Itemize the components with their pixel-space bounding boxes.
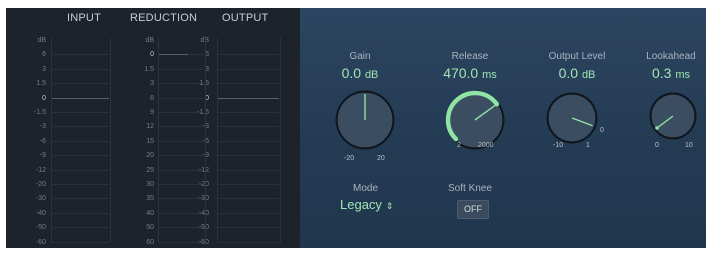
reduction-meter [158, 38, 206, 242]
input-scale-tick: -6 [39, 137, 46, 145]
input-scale-tick: -50 [35, 224, 46, 232]
output-level-value[interactable]: 0.0 dB [537, 65, 617, 81]
reduction-scale-tick: 3 [150, 80, 154, 88]
lookahead-label: Lookahead [646, 51, 696, 62]
input-scale-tick: -12 [35, 166, 46, 174]
reduction-scale-tick: 60 [146, 238, 154, 246]
reduction-scale-tick: 35 [146, 195, 154, 203]
release-max: 2000 [478, 142, 494, 149]
output-level-max: 1 [586, 142, 590, 149]
release-knob[interactable] [443, 88, 507, 152]
mode-label: Mode [353, 183, 379, 194]
reduction-scale-tick: 50 [146, 224, 154, 232]
output-meter [217, 38, 281, 242]
reduction-scale-tick: 1.5 [144, 65, 154, 73]
input-scale-tick: -60 [35, 238, 46, 246]
up-down-chevron-icon: ⇕ [385, 201, 394, 211]
lookahead-max: 10 [685, 142, 693, 149]
reduction-scale-tick: 0 [150, 51, 154, 59]
knob-pointer-dot [655, 126, 659, 130]
output-level-label: Output Level [548, 51, 606, 62]
gain-max: 20 [377, 155, 385, 162]
reduction-meter-header: REDUCTION [130, 12, 198, 24]
reduction-scale-tick: dB [145, 37, 154, 44]
input-scale-tick: -40 [35, 209, 46, 217]
input-scale-tick: 6 [42, 51, 46, 59]
input-meter [51, 38, 111, 242]
output-level-min: -10 [553, 142, 564, 149]
input-scale-tick: dB [37, 37, 46, 44]
output-meter-header: OUTPUT [222, 12, 269, 24]
reduction-scale-tick: 25 [146, 166, 154, 174]
reduction-scale-tick: 20 [146, 152, 154, 160]
reduction-scale-tick: 30 [146, 181, 154, 188]
gain-value[interactable]: 0.0 dB [325, 65, 395, 81]
release-min: 2 [457, 142, 461, 149]
gain-min: -20 [344, 155, 355, 162]
soft-knee-toggle[interactable]: OFF [457, 200, 489, 219]
input-scale-tick: -20 [35, 181, 46, 188]
meter-panel: INPUT REDUCTION OUTPUT dB 6 3 1.5 0 -1.5 -3 -6 -… [6, 8, 300, 248]
reduction-scale-tick: 40 [146, 209, 154, 217]
lookahead-value[interactable]: 0.3 ms [636, 65, 706, 81]
input-scale-tick: -30 [35, 195, 46, 203]
reduction-scale-tick: 15 [146, 137, 154, 145]
soft-knee-label: Soft Knee [448, 183, 492, 194]
input-scale-tick: -9 [39, 152, 46, 160]
gain-label: Gain [349, 51, 371, 62]
release-label: Release [451, 51, 489, 62]
compressor-plugin-window: INPUT REDUCTION OUTPUT dB 6 3 1.5 0 -1.5 -3 -6 -… [6, 8, 706, 248]
reduction-scale-tick: 12 [146, 123, 154, 131]
input-meter-header: INPUT [67, 12, 101, 24]
input-scale-tick: 0 [42, 94, 46, 102]
input-scale-tick: -3 [39, 123, 46, 131]
output-level-knob[interactable] [544, 90, 600, 146]
input-scale-tick: 3 [42, 65, 46, 73]
output-level-zero-tick: 0 [600, 127, 604, 134]
lookahead-knob[interactable] [647, 90, 699, 142]
reduction-scale-tick: 6 [150, 94, 154, 102]
mode-dropdown[interactable]: Legacy ⇕ [340, 197, 393, 212]
reduction-scale-tick: 9 [150, 109, 154, 116]
lookahead-min: 0 [655, 142, 659, 149]
controls-panel: Gain 0.0 dB -20 20 Release 470.0 ms 2 20… [300, 8, 706, 248]
gain-knob[interactable] [333, 88, 397, 152]
input-scale-tick: 1.5 [36, 80, 46, 88]
release-value[interactable]: 470.0 ms [430, 65, 510, 81]
input-scale-tick: -1.5 [33, 109, 46, 116]
